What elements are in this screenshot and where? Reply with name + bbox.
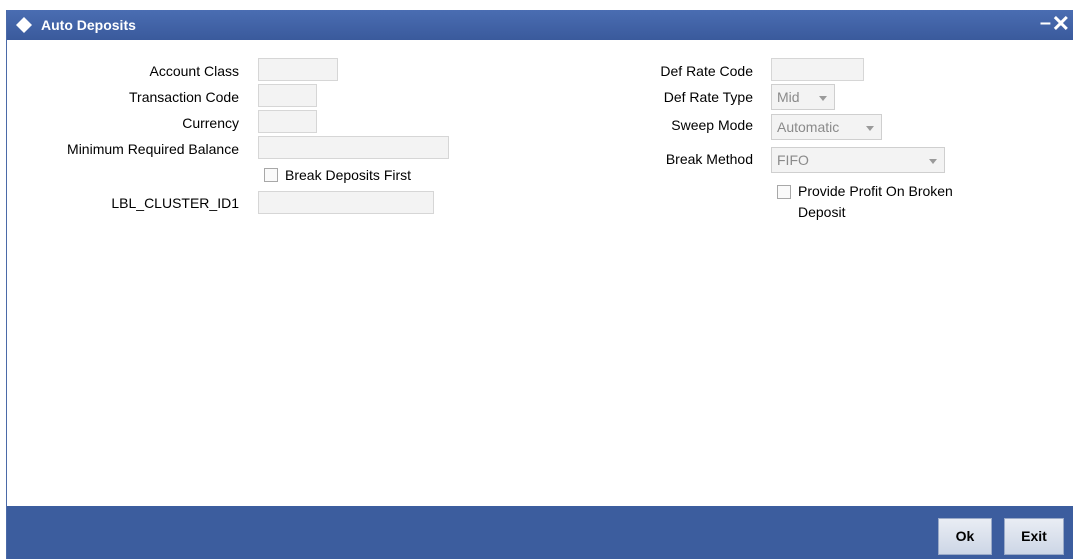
title-bar[interactable]: Auto Deposits – ✕ <box>7 10 1073 40</box>
close-icon[interactable]: ✕ <box>1052 11 1070 37</box>
minimize-icon[interactable]: – <box>1040 12 1051 35</box>
sweep-mode-value: Automatic <box>777 119 840 135</box>
minimum-required-balance-input[interactable] <box>258 136 449 159</box>
break-method-select[interactable]: FIFO <box>771 147 945 173</box>
currency-input[interactable] <box>258 110 317 133</box>
def-rate-type-label: Def Rate Type <box>663 89 753 105</box>
minimum-required-balance-label: Minimum Required Balance <box>67 141 239 157</box>
def-rate-code-label: Def Rate Code <box>660 63 753 79</box>
cluster-id-label: LBL_CLUSTER_ID1 <box>111 195 239 211</box>
transaction-code-label: Transaction Code <box>129 89 239 105</box>
break-method-value: FIFO <box>777 152 809 168</box>
sweep-mode-label: Sweep Mode <box>671 117 753 133</box>
def-rate-type-select[interactable]: Mid <box>771 84 835 110</box>
window-title: Auto Deposits <box>41 17 136 33</box>
chevron-down-icon <box>866 126 874 131</box>
provide-profit-label-line2: Deposit <box>798 204 846 220</box>
break-method-label: Break Method <box>665 151 753 167</box>
sweep-mode-select[interactable]: Automatic <box>771 114 882 140</box>
provide-profit-label-line1: Provide Profit On Broken <box>798 183 953 199</box>
break-deposits-first-checkbox[interactable] <box>264 168 278 182</box>
ok-button[interactable]: Ok <box>938 518 992 555</box>
transaction-code-input[interactable] <box>258 84 317 107</box>
footer-bar: Ok Exit <box>7 506 1073 559</box>
account-class-input[interactable] <box>258 58 338 81</box>
chevron-down-icon <box>819 96 827 101</box>
def-rate-code-input[interactable] <box>771 58 864 81</box>
account-class-label: Account Class <box>149 63 239 79</box>
cluster-id-input[interactable] <box>258 191 434 214</box>
exit-button[interactable]: Exit <box>1004 518 1064 555</box>
auto-deposits-window: Auto Deposits – ✕ Account Class Transact… <box>6 10 1073 559</box>
provide-profit-checkbox[interactable] <box>777 185 791 199</box>
diamond-icon <box>16 17 32 33</box>
chevron-down-icon <box>929 159 937 164</box>
break-deposits-first-label: Break Deposits First <box>285 167 412 183</box>
def-rate-type-value: Mid <box>777 89 800 105</box>
currency-label: Currency <box>182 115 239 131</box>
